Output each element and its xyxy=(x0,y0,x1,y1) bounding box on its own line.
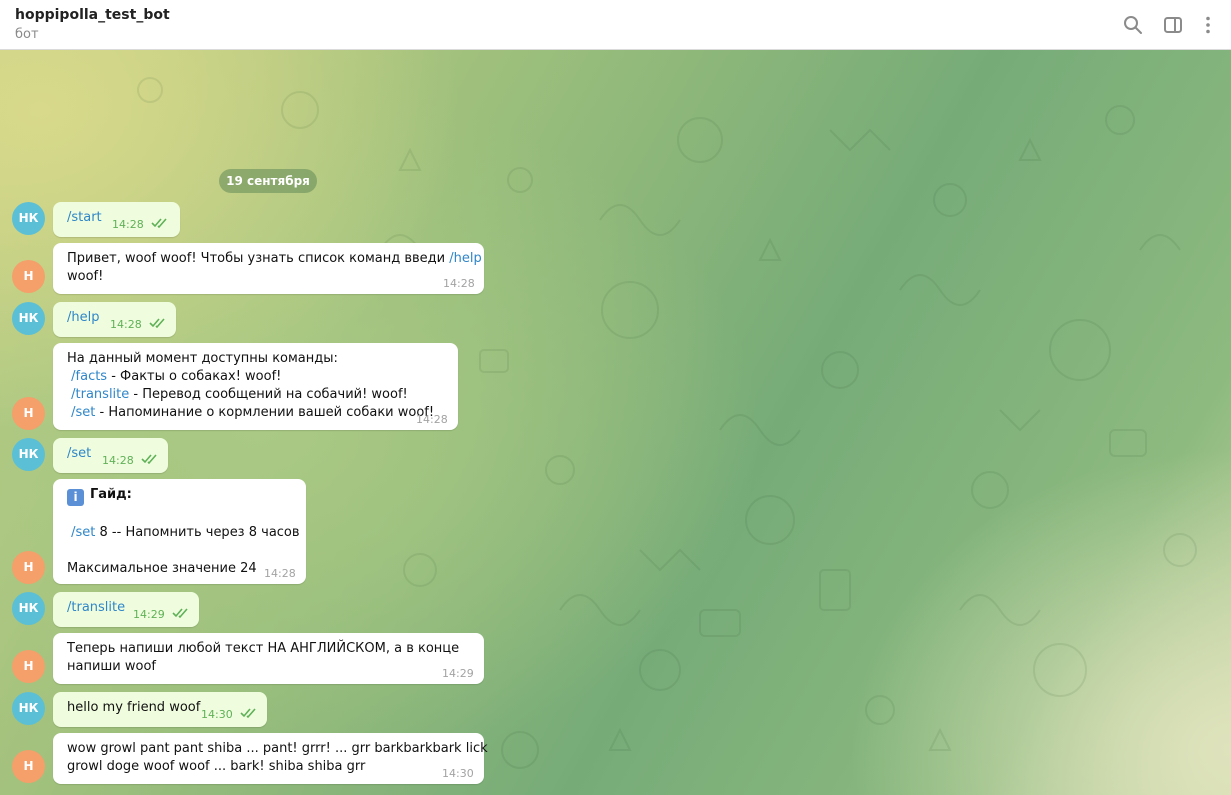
guide-example: /set 8 -- Напомнить через 8 часов xyxy=(71,525,300,540)
read-ticks-icon xyxy=(149,318,165,329)
message-bubble: /help 14:28 xyxy=(53,302,176,337)
message-time: 14:28 xyxy=(110,318,142,331)
command-list-item: /translite - Перевод сообщений на собачи… xyxy=(71,387,408,402)
message-time: 14:28 xyxy=(102,454,134,467)
message-time: 14:29 xyxy=(442,667,474,680)
message-text: woof! xyxy=(67,269,104,284)
more-vertical-icon[interactable] xyxy=(1196,13,1220,37)
chat-subtitle: бот xyxy=(15,27,39,42)
chat-title[interactable]: hoppipolla_test_bot xyxy=(15,7,170,23)
info-icon: i xyxy=(67,489,84,506)
command-link[interactable]: /set xyxy=(71,405,95,420)
message-text: Максимальное значение 24 xyxy=(67,561,257,576)
message-text: Привет, woof woof! Чтобы узнать список к… xyxy=(67,251,450,266)
message-bubble: Привет, woof woof! Чтобы узнать список к… xyxy=(53,243,484,294)
command-link[interactable]: /help xyxy=(67,310,99,325)
message-time: 14:28 xyxy=(112,218,144,231)
command-link[interactable]: /help xyxy=(449,251,481,266)
message-text: growl doge woof woof ... bark! shiba shi… xyxy=(67,759,366,774)
chat-header: hoppipolla_test_bot бот xyxy=(0,0,1231,50)
command-link[interactable]: /start xyxy=(67,210,102,225)
message-bubble: wow growl pant pant shiba ... pant! grrr… xyxy=(53,733,488,784)
message-text: wow growl pant pant shiba ... pant! grrr… xyxy=(67,741,488,756)
command-link[interactable]: /translite xyxy=(67,600,125,615)
avatar[interactable]: НК xyxy=(12,438,45,471)
message-bubble: /start 14:28 xyxy=(53,202,180,237)
message-time: 14:30 xyxy=(201,708,233,721)
message-time: 14:29 xyxy=(133,608,165,621)
message-bubble: hello my friend woof 14:30 xyxy=(53,692,267,727)
command-link[interactable]: /translite xyxy=(71,387,129,402)
message-text: напиши woof xyxy=(67,659,157,674)
avatar[interactable]: Н xyxy=(12,750,45,783)
date-separator: 19 сентября xyxy=(219,169,317,193)
message-bubble: На данный момент доступны команды: /fact… xyxy=(53,343,458,430)
guide-title: Гайд: xyxy=(90,487,132,502)
avatar[interactable]: Н xyxy=(12,397,45,430)
command-link[interactable]: /set xyxy=(67,446,91,461)
message-text: hello my friend woof xyxy=(67,700,201,715)
message-bubble: i Гайд: /set 8 -- Напомнить через 8 часов… xyxy=(53,479,306,584)
message-text: На данный момент доступны команды: xyxy=(67,351,338,366)
chat-area[interactable]: 19 сентября НК /start 14:28 Н Привет, wo… xyxy=(0,50,1231,795)
read-ticks-icon xyxy=(141,454,157,465)
avatar[interactable]: НК xyxy=(12,592,45,625)
avatar[interactable]: Н xyxy=(12,650,45,683)
command-link[interactable]: /facts xyxy=(71,369,107,384)
search-icon[interactable] xyxy=(1121,13,1145,37)
message-bubble: /set 14:28 xyxy=(53,438,168,473)
message-time: 14:28 xyxy=(443,277,475,290)
read-ticks-icon xyxy=(151,218,167,229)
message-bubble: /translite 14:29 xyxy=(53,592,199,627)
guide-title-row: i Гайд: xyxy=(67,486,292,506)
message-time: 14:28 xyxy=(416,413,448,426)
message-time: 14:30 xyxy=(442,767,474,780)
avatar[interactable]: НК xyxy=(12,692,45,725)
command-list-item: /facts - Факты о собаках! woof! xyxy=(71,369,282,384)
message-time: 14:28 xyxy=(264,567,296,580)
avatar[interactable]: НК xyxy=(12,302,45,335)
sidebar-toggle-icon[interactable] xyxy=(1161,13,1185,37)
read-ticks-icon xyxy=(172,608,188,619)
avatar[interactable]: Н xyxy=(12,551,45,584)
message-bubble: Теперь напиши любой текст НА АНГЛИЙСКОМ,… xyxy=(53,633,484,684)
command-list-item: /set - Напоминание о кормлении вашей соб… xyxy=(71,405,435,420)
message-text: Теперь напиши любой текст НА АНГЛИЙСКОМ,… xyxy=(67,641,460,656)
avatar[interactable]: НК xyxy=(12,202,45,235)
command-link[interactable]: /set xyxy=(71,525,95,540)
read-ticks-icon xyxy=(240,708,256,719)
avatar[interactable]: Н xyxy=(12,260,45,293)
